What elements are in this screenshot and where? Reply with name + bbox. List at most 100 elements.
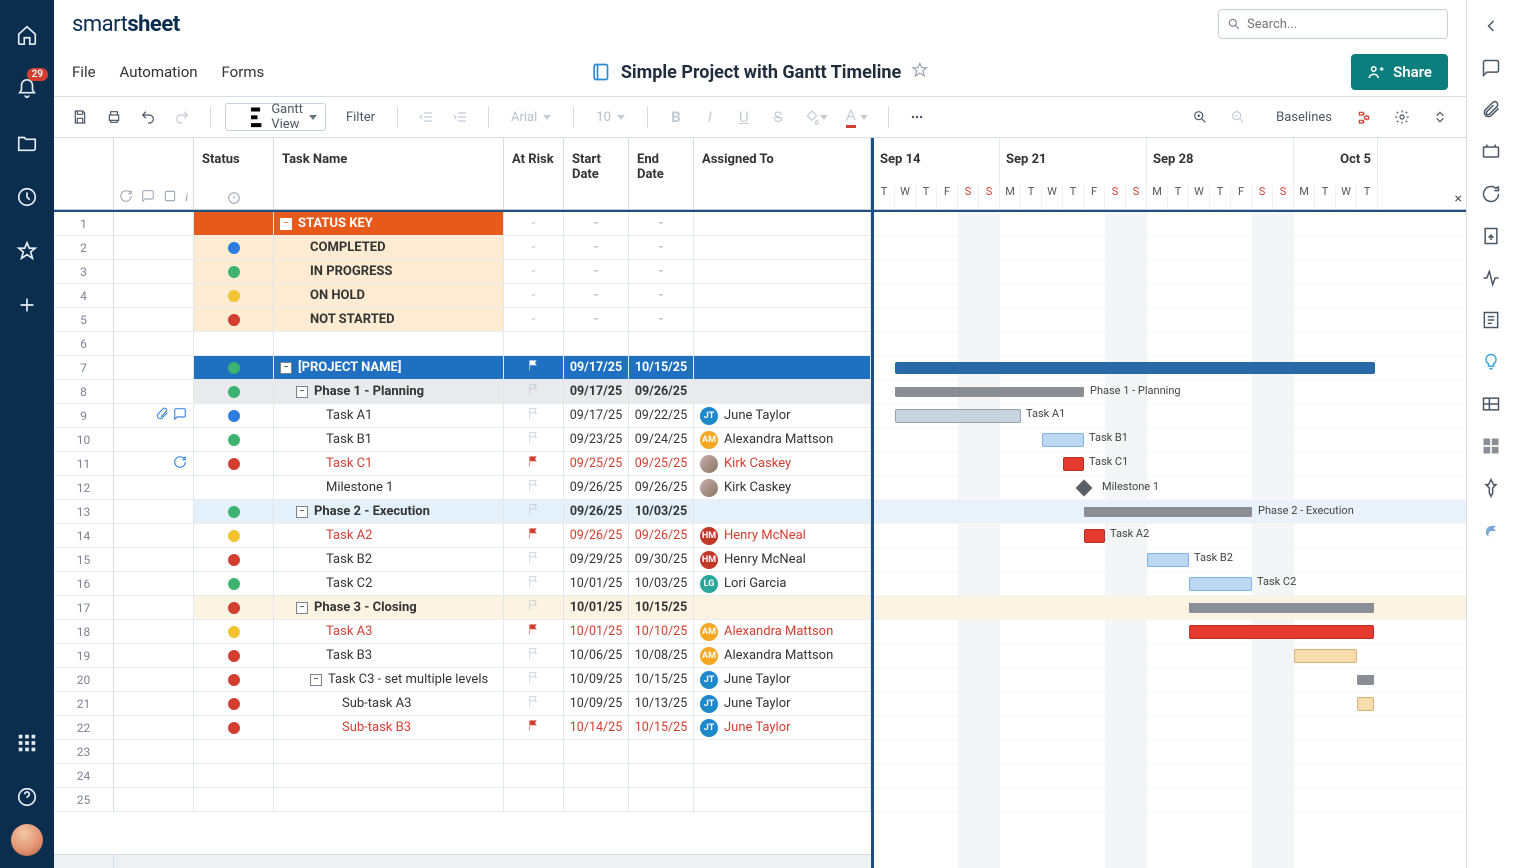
zoom-out-icon[interactable] [1224, 103, 1252, 131]
row-number[interactable]: 10 [54, 428, 114, 452]
collapse-toggle[interactable]: − [296, 602, 308, 614]
more-icon[interactable] [903, 103, 931, 131]
gantt-week-header[interactable]: Sep 21 [1000, 138, 1147, 185]
menu-forms[interactable]: Forms [222, 63, 265, 81]
home-icon[interactable] [0, 8, 54, 62]
indent-icon[interactable] [446, 103, 474, 131]
cell-end-date[interactable]: 10/10/25 [629, 620, 694, 644]
expand-rail-icon[interactable] [1479, 14, 1503, 38]
pin-icon[interactable] [1479, 476, 1503, 500]
cell-assigned-to[interactable] [694, 332, 871, 356]
cell-at-risk[interactable]: - [504, 284, 564, 308]
cell-status[interactable] [194, 788, 274, 812]
publish-icon[interactable] [1479, 224, 1503, 248]
cell-at-risk[interactable]: - [504, 212, 564, 236]
row-number[interactable]: 13 [54, 500, 114, 524]
grid-row[interactable]: 3IN PROGRESS--- [54, 260, 871, 284]
col-header-end[interactable]: End Date [629, 138, 694, 209]
gantt-row[interactable] [874, 236, 1466, 260]
cell-at-risk[interactable]: - [504, 260, 564, 284]
cell-start-date[interactable] [564, 788, 629, 812]
cell-task-name[interactable]: −STATUS KEY [274, 212, 504, 236]
grid-row[interactable]: 24 [54, 764, 871, 788]
gantt-row[interactable]: Task B2 [874, 548, 1466, 572]
cell-start-date[interactable]: - [564, 308, 629, 332]
cell-assigned-to[interactable]: Kirk Caskey [694, 452, 871, 476]
cell-assigned-to[interactable]: JTJune Taylor [694, 404, 871, 428]
gantt-row[interactable] [874, 740, 1466, 764]
cell-assigned-to[interactable]: Kirk Caskey [694, 476, 871, 500]
cell-end-date[interactable]: - [629, 308, 694, 332]
conversations-icon[interactable] [1479, 56, 1503, 80]
gantt-row[interactable] [874, 764, 1466, 788]
cell-assigned-to[interactable]: JTJune Taylor [694, 668, 871, 692]
collapse-toggle[interactable]: − [310, 674, 322, 686]
row-indicators[interactable] [114, 380, 194, 404]
col-header-rownum[interactable] [54, 138, 114, 209]
col-header-assign[interactable]: Assigned To [694, 138, 871, 209]
cell-status[interactable] [194, 476, 274, 500]
cell-assigned-to[interactable] [694, 212, 871, 236]
row-number[interactable]: 21 [54, 692, 114, 716]
grid-row[interactable]: 11Task C109/25/2509/25/25Kirk Caskey [54, 452, 871, 476]
notifications-icon[interactable]: 29 [0, 62, 54, 116]
col-header-status[interactable]: Status [194, 138, 274, 209]
proofs-icon[interactable] [1479, 140, 1503, 164]
cell-at-risk[interactable] [504, 356, 564, 380]
fill-color-icon[interactable] [798, 103, 834, 131]
cell-status[interactable] [194, 260, 274, 284]
gantt-bar[interactable]: Task C1 [1063, 457, 1084, 471]
cell-at-risk[interactable] [504, 380, 564, 404]
cell-status[interactable] [194, 284, 274, 308]
cell-at-risk[interactable] [504, 740, 564, 764]
cell-end-date[interactable]: 10/15/25 [629, 356, 694, 380]
grid-row[interactable]: 10Task B109/23/2509/24/25AMAlexandra Mat… [54, 428, 871, 452]
cell-task-name[interactable]: Task C2 [274, 572, 504, 596]
gantt-bar[interactable] [1294, 649, 1357, 663]
cell-assigned-to[interactable] [694, 788, 871, 812]
cell-start-date[interactable]: 09/26/25 [564, 476, 629, 500]
gantt-row[interactable]: Task A2 [874, 524, 1466, 548]
cell-status[interactable] [194, 668, 274, 692]
cell-end-date[interactable]: 10/13/25 [629, 692, 694, 716]
row-number[interactable]: 15 [54, 548, 114, 572]
grid-row[interactable]: 23 [54, 740, 871, 764]
cell-task-name[interactable]: IN PROGRESS [274, 260, 504, 284]
print-icon[interactable] [100, 103, 128, 131]
cell-task-name[interactable]: −Task C3 - set multiple levels [274, 668, 504, 692]
row-indicators[interactable] [114, 236, 194, 260]
cell-assigned-to[interactable]: AMAlexandra Mattson [694, 620, 871, 644]
cell-task-name[interactable]: −Phase 1 - Planning [274, 380, 504, 404]
cell-start-date[interactable] [564, 740, 629, 764]
font-selector[interactable]: Arial [503, 103, 559, 131]
sheet-title[interactable]: Simple Project with Gantt Timeline [621, 62, 901, 83]
grid-row[interactable]: 16Task C210/01/2510/03/25LGLori Garcia [54, 572, 871, 596]
row-number[interactable]: 5 [54, 308, 114, 332]
grid-row[interactable]: 20−Task C3 - set multiple levels10/09/25… [54, 668, 871, 692]
cell-task-name[interactable]: NOT STARTED [274, 308, 504, 332]
row-number[interactable]: 3 [54, 260, 114, 284]
cell-start-date[interactable]: 10/01/25 [564, 620, 629, 644]
cell-assigned-to[interactable] [694, 260, 871, 284]
gantt-bar[interactable]: Task B1 [1042, 433, 1084, 447]
text-color-icon[interactable]: A [840, 103, 874, 131]
cell-task-name[interactable]: Sub-task A3 [274, 692, 504, 716]
cell-assigned-to[interactable] [694, 764, 871, 788]
row-number[interactable]: 11 [54, 452, 114, 476]
gantt-bar[interactable] [1357, 697, 1374, 711]
cell-status[interactable] [194, 572, 274, 596]
view-selector[interactable]: Gantt View [225, 103, 326, 131]
cell-status[interactable] [194, 716, 274, 740]
cell-assigned-to[interactable] [694, 500, 871, 524]
row-indicators[interactable] [114, 404, 194, 428]
grid-row[interactable]: 5NOT STARTED--- [54, 308, 871, 332]
cell-task-name[interactable]: Task B3 [274, 644, 504, 668]
brandfolder-icon[interactable] [1479, 392, 1503, 416]
cell-at-risk[interactable] [504, 788, 564, 812]
col-header-indicators[interactable]: i [114, 138, 194, 209]
row-indicators[interactable] [114, 692, 194, 716]
filter-button[interactable]: Filter [332, 103, 383, 131]
connector-icon[interactable] [1479, 518, 1503, 542]
gantt-body[interactable]: Phase 1 - PlanningTask A1Task B1Task C1M… [874, 212, 1466, 868]
size-selector[interactable]: 10 [588, 103, 633, 131]
